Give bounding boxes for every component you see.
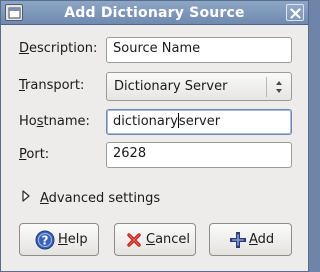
hostname-value-after: server [178, 114, 221, 129]
title-bar[interactable]: Add Dictionary Source [1, 1, 308, 25]
transport-combo[interactable]: Dictionary Server [106, 72, 292, 101]
dialog-window: Add Dictionary Source Description: Sourc… [0, 0, 309, 272]
hostname-field[interactable]: dictionaryserver [106, 109, 292, 135]
add-button[interactable]: Add [209, 223, 292, 256]
description-label: Description: [19, 41, 98, 56]
up-down-arrows-icon [276, 81, 282, 93]
help-button[interactable]: ? Help [19, 223, 99, 256]
expander-arrow-icon[interactable] [21, 189, 31, 203]
cancel-button[interactable]: Cancel [114, 223, 196, 256]
port-field[interactable]: 2628 [106, 142, 292, 168]
close-icon [290, 8, 301, 19]
close-button[interactable] [286, 4, 304, 21]
description-value: Source Name [113, 41, 201, 56]
hostname-label: Hostname: [19, 114, 90, 129]
port-value: 2628 [113, 146, 147, 161]
cancel-icon [127, 233, 141, 247]
combo-separator [266, 77, 267, 97]
advanced-settings-expander[interactable]: Advanced settings [40, 191, 160, 206]
help-icon: ? [35, 230, 55, 250]
port-label: Port: [19, 147, 50, 162]
window-menu-icon [8, 7, 21, 19]
description-field[interactable]: Source Name [106, 37, 292, 63]
add-label: Add [249, 232, 275, 247]
hostname-value-before: dictionary [113, 114, 178, 129]
add-icon [230, 232, 246, 248]
window-title: Add Dictionary Source [64, 5, 245, 21]
help-label: Help [58, 232, 88, 247]
transport-label: Transport: [19, 78, 85, 93]
svg-text:?: ? [42, 234, 49, 248]
transport-value: Dictionary Server [114, 79, 228, 94]
window-menu-button[interactable] [5, 4, 23, 21]
cancel-label: Cancel [146, 232, 191, 247]
